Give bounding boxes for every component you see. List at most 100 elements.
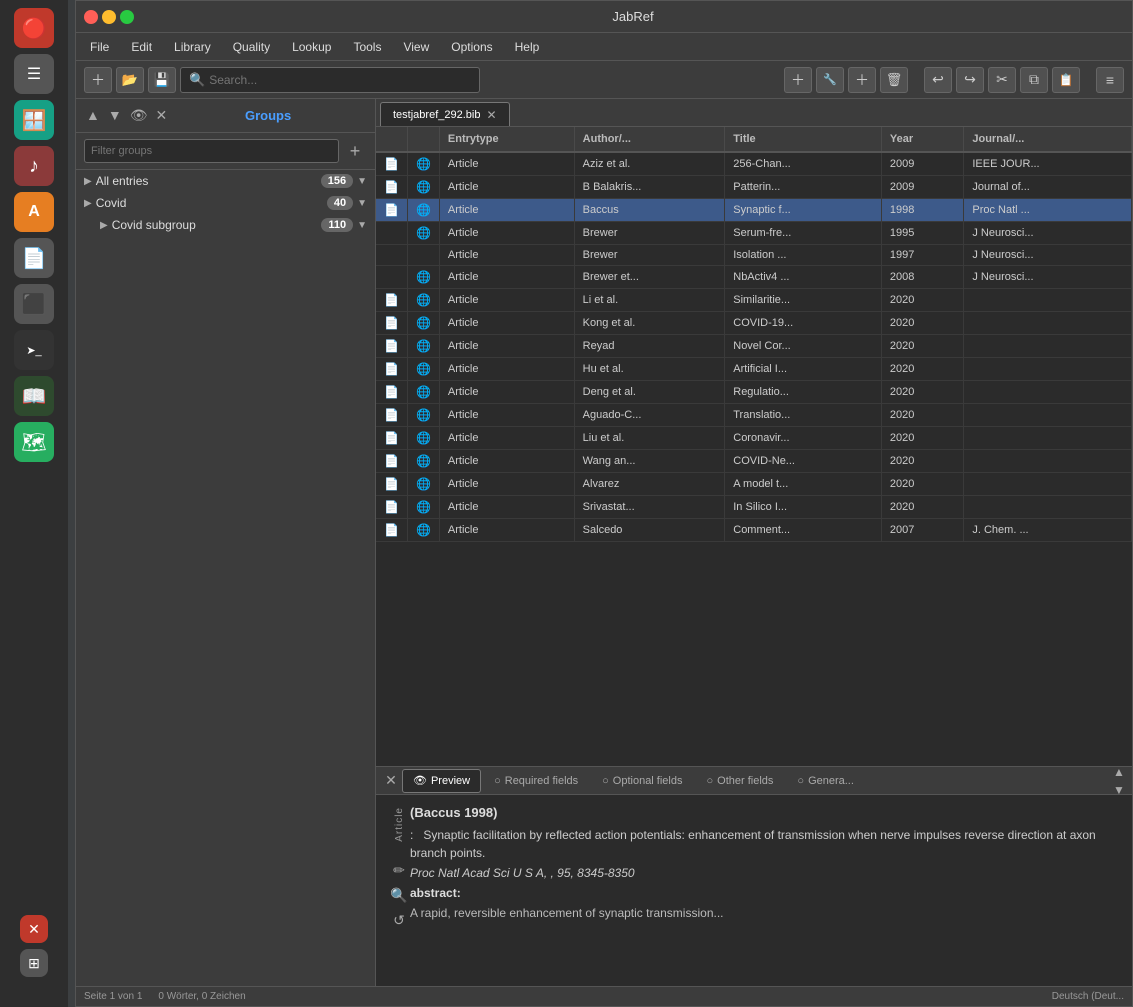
col-entrytype[interactable]: Entrytype	[439, 127, 574, 152]
delete-button[interactable]: 🗑	[880, 67, 908, 93]
preview-text: (Baccus 1998) : Synaptic facilitation by…	[410, 805, 1120, 976]
add-entry-button[interactable]: ＋	[784, 67, 812, 93]
menu-help[interactable]: Help	[505, 36, 550, 58]
cell-web-icon: 🌐	[407, 152, 439, 176]
expand-up-button[interactable]: ▲	[1110, 763, 1128, 781]
table-row[interactable]: 📄🌐ArticleBaccusSynaptic f...1998Proc Nat…	[376, 199, 1132, 222]
taskbar-app6[interactable]: 📄	[14, 238, 54, 278]
copy-button[interactable]: ⧉	[1020, 67, 1048, 93]
col-author[interactable]: Author/...	[574, 127, 725, 152]
table-row[interactable]: 📄🌐ArticleB Balakris...Patterin...2009Jou…	[376, 176, 1132, 199]
col-file-icon[interactable]	[376, 127, 407, 152]
col-web-icon[interactable]	[407, 127, 439, 152]
close-bottom-panel-button[interactable]: ✕	[382, 772, 400, 790]
table-row[interactable]: 📄🌐ArticleAziz et al.256-Chan...2009IEEE …	[376, 152, 1132, 176]
col-journal[interactable]: Journal/...	[964, 127, 1132, 152]
refresh-icon[interactable]: ↺	[393, 912, 405, 929]
menu-view[interactable]: View	[393, 36, 439, 58]
col-title[interactable]: Title	[725, 127, 882, 152]
toolbar-right: ＋ 🔧 ＋ 🗑 ↩ ↪ ✂ ⧉ 📋 ≡	[784, 67, 1124, 93]
filter-groups-input[interactable]	[84, 139, 339, 163]
taskbar-app10[interactable]: 🗺	[14, 422, 54, 462]
table-row[interactable]: 📄🌐ArticleSrivastat...In Silico I...2020	[376, 496, 1132, 519]
tab-general[interactable]: ○ Genera...	[786, 769, 865, 793]
taskbar-app8[interactable]: ➤_	[14, 330, 54, 370]
table-row[interactable]: 📄🌐ArticleReyadNovel Cor...2020	[376, 335, 1132, 358]
tab-required-label: Required fields	[505, 775, 578, 787]
maximize-button[interactable]	[120, 10, 134, 24]
tab-preview[interactable]: 👁 Preview	[402, 769, 481, 793]
menu-file[interactable]: File	[80, 36, 119, 58]
table-row[interactable]: 📄🌐ArticleWang an...COVID-Ne...2020	[376, 450, 1132, 473]
table-row[interactable]: 📄🌐ArticleKong et al.COVID-19...2020	[376, 312, 1132, 335]
table-row[interactable]: 📄🌐ArticleSalcedoComment...2007J. Chem. .…	[376, 519, 1132, 542]
menu-quality[interactable]: Quality	[223, 36, 280, 58]
table-row[interactable]: 📄🌐ArticleDeng et al.Regulatio...2020	[376, 381, 1132, 404]
sidebar-item-all-entries[interactable]: ▶ All entries 156 ▼	[76, 170, 375, 192]
taskbar-grid[interactable]: ⊞	[20, 949, 48, 977]
taskbar-app2[interactable]: ☰	[14, 54, 54, 94]
table-row[interactable]: 📄🌐ArticleLiu et al.Coronavir...2020	[376, 427, 1132, 450]
minimize-button[interactable]	[102, 10, 116, 24]
sidebar-item-covid[interactable]: ▶ Covid 40 ▼	[76, 192, 375, 214]
menu-tools[interactable]: Tools	[343, 36, 391, 58]
taskbar-app5[interactable]: A	[14, 192, 54, 232]
cell-entrytype: Article	[439, 245, 574, 266]
menu-lookup[interactable]: Lookup	[282, 36, 341, 58]
menu-edit[interactable]: Edit	[121, 36, 162, 58]
taskbar-app3[interactable]: 🪟	[14, 100, 54, 140]
sort-up-icon[interactable]: ▲	[84, 105, 102, 126]
cell-journal	[964, 289, 1132, 312]
more-button[interactable]: ≡	[1096, 67, 1124, 93]
cell-web-icon: 🌐	[407, 496, 439, 519]
paste-button[interactable]: 📋	[1052, 67, 1080, 93]
cell-journal	[964, 404, 1132, 427]
toggle-groups-icon[interactable]: 👁	[128, 105, 150, 126]
undo-button[interactable]: ↩	[924, 67, 952, 93]
col-year[interactable]: Year	[881, 127, 964, 152]
taskbar-app1[interactable]: 🔴	[14, 8, 54, 48]
redo-button[interactable]: ↪	[956, 67, 984, 93]
cell-year: 2009	[881, 176, 964, 199]
search-box: 🔍	[180, 67, 480, 93]
open-library-button[interactable]: 📂	[116, 67, 144, 93]
add-from-web-button[interactable]: ＋	[848, 67, 876, 93]
new-entry-button[interactable]: ＋	[84, 67, 112, 93]
cell-file-icon	[376, 222, 407, 245]
tab-main[interactable]: testjabref_292.bib ✕	[380, 102, 510, 126]
cut-button[interactable]: ✂	[988, 67, 1016, 93]
menu-library[interactable]: Library	[164, 36, 221, 58]
table-row[interactable]: 📄🌐ArticleLi et al.Similaritie...2020	[376, 289, 1132, 312]
tab-optional-fields[interactable]: ○ Optional fields	[591, 769, 693, 793]
close-button[interactable]	[84, 10, 98, 24]
menu-options[interactable]: Options	[441, 36, 502, 58]
cell-entrytype: Article	[439, 176, 574, 199]
taskbar-app4[interactable]: ♪	[14, 146, 54, 186]
search-input[interactable]	[209, 73, 469, 87]
file-icon: 📄	[384, 431, 399, 445]
cell-entrytype: Article	[439, 519, 574, 542]
tab-other-fields[interactable]: ○ Other fields	[696, 769, 785, 793]
taskbar-app9[interactable]: 📖	[14, 376, 54, 416]
taskbar-app7[interactable]: ⬛	[14, 284, 54, 324]
table-row[interactable]: 🌐ArticleBrewerSerum-fre...1995J Neurosci…	[376, 222, 1132, 245]
tab-required-fields[interactable]: ○ Required fields	[483, 769, 589, 793]
edit-icon[interactable]: ✏	[393, 862, 405, 879]
cell-year: 1995	[881, 222, 964, 245]
sidebar-item-covid-subgroup[interactable]: ▶ Covid subgroup 110 ▼	[76, 214, 375, 236]
sort-down-icon[interactable]: ▼	[106, 105, 124, 126]
save-button[interactable]: 💾	[148, 67, 176, 93]
table-row[interactable]: 📄🌐ArticleHu et al.Artificial I...2020	[376, 358, 1132, 381]
tab-close-icon[interactable]: ✕	[486, 108, 496, 122]
taskbar-error[interactable]: ✕	[20, 915, 48, 943]
table-row[interactable]: 📄🌐ArticleAguado-C...Translatio...2020	[376, 404, 1132, 427]
close-groups-icon[interactable]: ✕	[154, 105, 170, 126]
add-from-id-button[interactable]: 🔧	[816, 67, 844, 93]
table-row[interactable]: 🌐ArticleBrewer et...NbActiv4 ...2008J Ne…	[376, 266, 1132, 289]
table-row[interactable]: ArticleBrewerIsolation ...1997J Neurosci…	[376, 245, 1132, 266]
search-entry-icon[interactable]: 🔍	[390, 887, 407, 904]
covid-count: 40	[327, 196, 353, 210]
cell-web-icon: 🌐	[407, 312, 439, 335]
table-row[interactable]: 📄🌐ArticleAlvarezA model t...2020	[376, 473, 1132, 496]
add-group-button[interactable]: +	[343, 139, 367, 163]
